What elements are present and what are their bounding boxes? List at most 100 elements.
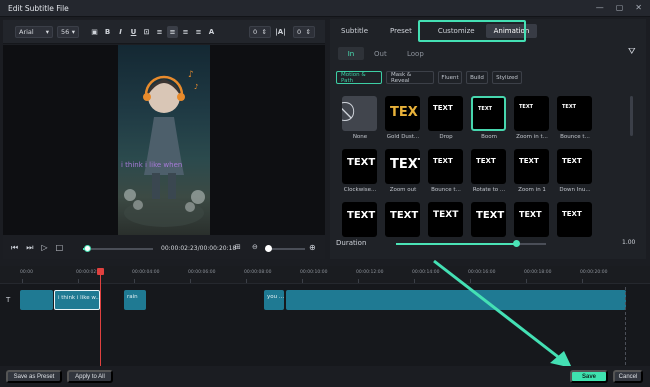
title-bar: Edit Subtitle File — ▢ ✕ <box>0 0 650 17</box>
effect-tile[interactable]: TEXT <box>428 96 463 131</box>
subtab-in[interactable]: In <box>338 47 364 60</box>
effect-tile[interactable]: TEXT <box>557 149 592 184</box>
effect-tile[interactable]: TEXT <box>514 96 549 131</box>
subtab-loop[interactable]: Loop <box>407 47 424 60</box>
maximize-icon[interactable]: ▢ <box>616 3 624 12</box>
effect-tile[interactable]: TEXT <box>385 202 420 237</box>
zoom-out-icon[interactable]: ⊖ <box>252 243 258 251</box>
arrow-annotation <box>433 259 572 368</box>
effect-preview-text: TEXT <box>562 104 577 110</box>
effect-preview-text: TEXT <box>562 210 582 218</box>
effects-scrollbar[interactable] <box>630 96 633 136</box>
effect-label: Zoom in 1 <box>518 187 546 193</box>
effect-label: Zoom in t... <box>516 134 548 140</box>
tab-preset[interactable]: Preset <box>379 27 423 35</box>
effect-tile[interactable]: TEXT <box>342 149 377 184</box>
minimize-icon[interactable]: — <box>596 3 604 12</box>
underline-button[interactable]: U <box>128 26 139 38</box>
justify-icon[interactable]: ≡ <box>193 26 204 38</box>
subtitle-track-icon: T <box>6 296 11 304</box>
bold-button[interactable]: B <box>102 26 113 38</box>
effect-preview-text: TEXT <box>433 157 453 165</box>
effect-tile[interactable]: TEXT <box>514 149 549 184</box>
spacing-value: 0 <box>253 28 258 36</box>
next-frame-icon[interactable]: ⏭ <box>26 243 33 253</box>
effect-label: Clockwise... <box>343 187 377 193</box>
highlight-box <box>418 20 526 42</box>
ruler-label: 00:00:20:00 <box>580 270 608 275</box>
italic-button[interactable]: I <box>115 26 126 38</box>
ruler-label: 00:00:06:00 <box>188 270 216 275</box>
filter-icon[interactable]: ⛛ <box>628 47 636 57</box>
spacing-field[interactable]: 0 ⇕ <box>249 26 271 38</box>
effect-tile[interactable]: TEXT <box>385 149 420 184</box>
effect-label: Bounce t... <box>560 134 590 140</box>
ruler-tick <box>134 279 135 283</box>
playback-scrubber[interactable] <box>83 245 153 252</box>
close-icon[interactable]: ✕ <box>635 3 642 12</box>
effect-tile[interactable]: TEXT <box>342 202 377 237</box>
effect-label: Boom <box>481 134 497 140</box>
effect-tile[interactable]: TEXT <box>557 202 592 237</box>
effect-preview-text: TEXT <box>519 210 542 219</box>
category-chip[interactable]: Build <box>466 71 488 84</box>
tab-subtitle[interactable]: Subtitle <box>330 27 379 35</box>
effect-tile[interactable]: TEXT <box>428 149 463 184</box>
ruler-tick <box>22 279 23 283</box>
font-select[interactable]: Arial ▾ <box>15 26 53 38</box>
effect-tile[interactable]: TEXT <box>471 202 506 237</box>
case-icon[interactable]: ⊡ <box>141 26 152 38</box>
playback-time: 00:00:02:23/00:00:20:18 <box>161 245 237 252</box>
subtab-out[interactable]: Out <box>374 47 387 60</box>
category-chip[interactable]: Stylized <box>492 71 522 84</box>
prev-frame-icon[interactable]: ⏮ <box>11 243 18 253</box>
play-icon[interactable]: ▷ <box>41 243 47 253</box>
text-spacing-icon[interactable]: A <box>206 26 217 38</box>
subtitle-clip[interactable]: i think i like w... <box>54 290 100 310</box>
zoom-in-icon[interactable]: ⊕ <box>309 243 316 252</box>
effect-tile[interactable]: TEXT <box>557 96 592 131</box>
effect-tile[interactable]: TEXT <box>471 149 506 184</box>
girl-illustration: ♪ ♪ <box>124 70 205 227</box>
ruler-tick <box>358 279 359 283</box>
zoom-slider[interactable] <box>265 245 305 252</box>
category-chip[interactable]: Motion & Path <box>336 71 382 84</box>
ruler-label: 00:00:12:00 <box>356 270 384 275</box>
end-marker <box>625 287 626 365</box>
effect-tile[interactable]: TEX <box>385 96 420 131</box>
apply-to-all-button[interactable]: Apply to All <box>67 370 113 383</box>
line-spacing-field[interactable]: 0 ⇕ <box>293 26 315 38</box>
subtitle-clip[interactable] <box>20 290 53 310</box>
align-left-icon[interactable]: ≡ <box>154 26 165 38</box>
effect-label: Rotate to ... <box>472 187 506 193</box>
effect-preview-text: TEX <box>390 105 418 120</box>
ruler-tick <box>582 279 583 283</box>
ruler-tick <box>246 279 247 283</box>
duration-label: Duration <box>336 239 367 247</box>
subtitle-clip[interactable]: you ... <box>264 290 284 310</box>
effect-tile[interactable]: ⃠ <box>342 96 377 131</box>
save-as-preset-button[interactable]: Save as Preset <box>6 370 62 383</box>
effect-tile[interactable]: TEXT <box>428 202 463 237</box>
effect-label: Zoom out <box>389 187 417 193</box>
cancel-button[interactable]: Cancel <box>613 370 643 383</box>
playhead[interactable] <box>97 268 104 366</box>
category-chip[interactable]: Mask & Reveal <box>386 71 434 84</box>
category-chip[interactable]: Fluent <box>438 71 462 84</box>
effect-preview-text: TEXT <box>390 157 420 172</box>
effect-preview-text: TEXT <box>519 104 534 110</box>
playback-bar: ⏮ ⏭ ▷ □ 00:00:02:23/00:00:20:18 ⊞ ⊖ ⊕ <box>3 240 325 258</box>
align-center-icon[interactable]: ≡ <box>167 26 178 38</box>
subtitle-clip[interactable]: rain <box>124 290 146 310</box>
color-icon[interactable]: ▣ <box>89 26 100 38</box>
size-value: 56 <box>61 28 70 36</box>
fullscreen-icon[interactable]: ⊞ <box>235 243 241 251</box>
effect-tile[interactable]: TEXT <box>471 96 506 131</box>
effect-tile[interactable]: TEXT <box>514 202 549 237</box>
duration-slider[interactable] <box>396 240 546 247</box>
save-button[interactable]: Save <box>570 370 608 383</box>
stop-icon[interactable]: □ <box>56 243 64 253</box>
size-select[interactable]: 56 ▾ <box>57 26 79 38</box>
align-right-icon[interactable]: ≡ <box>180 26 191 38</box>
ruler-tick <box>190 279 191 283</box>
